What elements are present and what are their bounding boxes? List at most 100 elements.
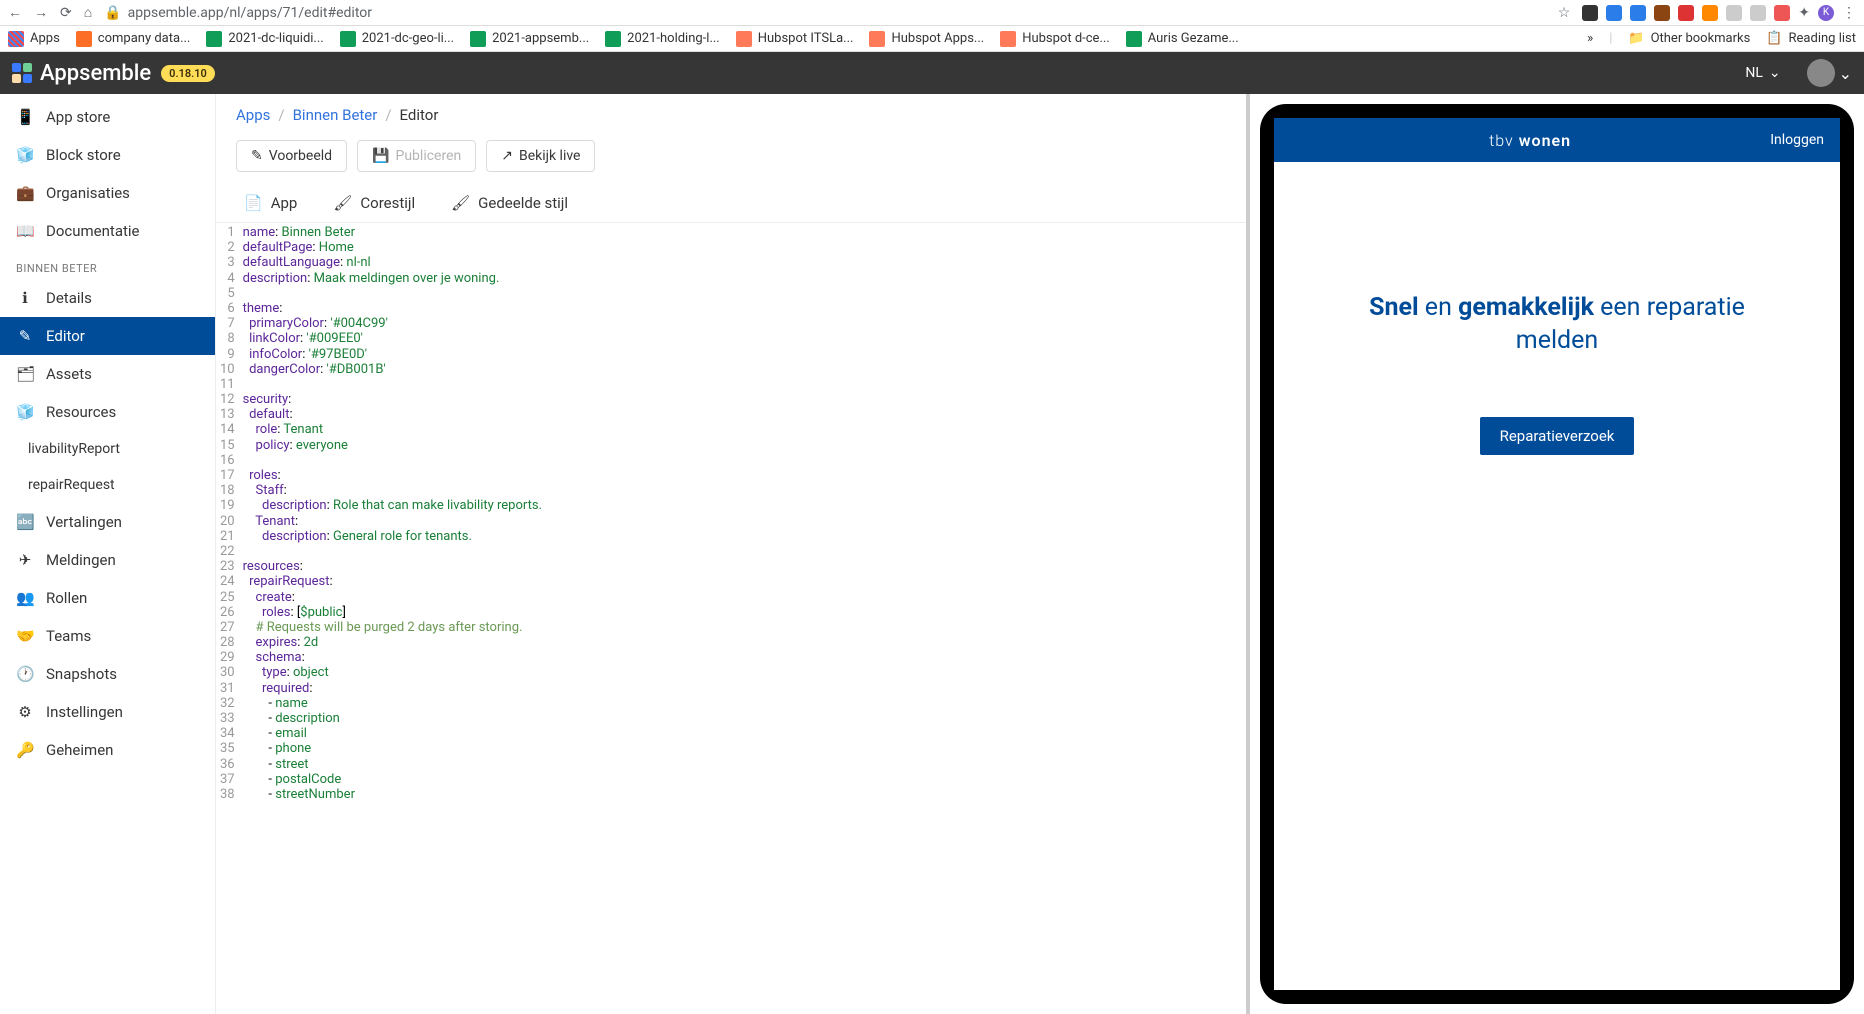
sidebar-item-settings[interactable]: ⚙Instellingen xyxy=(0,693,215,731)
preview-repair-button[interactable]: Reparatieverzoek xyxy=(1480,417,1635,455)
bookmark-item[interactable]: Hubspot ITSLa... xyxy=(736,31,854,47)
bookmark-item[interactable]: 2021-dc-geo-li... xyxy=(340,31,454,47)
editor-area: Apps / Binnen Beter / Editor ✎Voorbeeld … xyxy=(216,94,1250,1014)
sidebar-item-roles[interactable]: 👥Rollen xyxy=(0,579,215,617)
reload-icon[interactable]: ⟳ xyxy=(60,5,72,21)
language-selector[interactable]: NL ⌄ xyxy=(1745,65,1780,81)
star-icon[interactable]: ☆ xyxy=(1558,5,1571,21)
sidebar-item-documentation[interactable]: 📖Documentatie xyxy=(0,212,215,250)
breadcrumb-app[interactable]: Binnen Beter xyxy=(293,106,378,124)
sidebar-item-details[interactable]: ℹDetails xyxy=(0,279,215,317)
sidebar-item-editor[interactable]: ✎Editor xyxy=(0,317,215,355)
home-icon[interactable]: ⌂ xyxy=(84,4,92,21)
ext-icon[interactable] xyxy=(1750,5,1766,21)
breadcrumb-apps[interactable]: Apps xyxy=(236,106,270,124)
pencil-icon: ✎ xyxy=(251,148,263,164)
sidebar-item-block-store[interactable]: 🧊Block store xyxy=(0,136,215,174)
bookmarks-bar: Apps company data... 2021-dc-liquidi... … xyxy=(0,26,1864,52)
chevron-down-icon: ⌄ xyxy=(1839,64,1852,83)
chevron-down-icon: ⌄ xyxy=(1769,65,1781,81)
bookmark-item[interactable]: company data... xyxy=(76,31,191,47)
share-icon: ↗ xyxy=(501,148,513,164)
ext-icon[interactable] xyxy=(1678,5,1694,21)
preview-header: tbv wonen Inloggen xyxy=(1274,118,1840,162)
preview-title: Snel en gemakkelijk een reparatie melden xyxy=(1357,292,1757,357)
ext-icon[interactable] xyxy=(1702,5,1718,21)
preview-button[interactable]: ✎Voorbeeld xyxy=(236,140,347,172)
handshake-icon: 🤝 xyxy=(16,627,34,645)
list-icon: 📋 xyxy=(1766,31,1782,46)
forward-icon[interactable]: → xyxy=(34,4,48,21)
sidebar-item-organisations[interactable]: 💼Organisaties xyxy=(0,174,215,212)
code-editor[interactable]: 1234567891011121314151617181920212223242… xyxy=(216,223,1246,1014)
ext-icon[interactable] xyxy=(1654,5,1670,21)
url-text: appsemble.app/nl/apps/71/edit#editor xyxy=(128,5,372,21)
bookmark-item[interactable]: 2021-dc-liquidi... xyxy=(206,31,323,47)
bookmark-item[interactable]: Hubspot Apps... xyxy=(869,31,984,47)
editor-tabs: 📄App 🖌Corestijl 🖌Gedeelde stijl xyxy=(216,182,1246,223)
brand-name: Appsemble xyxy=(40,61,151,86)
other-bookmarks[interactable]: 📁Other bookmarks xyxy=(1628,31,1750,46)
extensions-icon[interactable]: ✦ xyxy=(1798,5,1810,21)
version-badge: 0.18.10 xyxy=(161,65,215,82)
preview-screen: tbv wonen Inloggen Snel en gemakkelijk e… xyxy=(1274,118,1840,990)
gear-icon: ⚙ xyxy=(16,703,34,721)
brand-logo[interactable]: Appsemble xyxy=(12,61,151,86)
code-content[interactable]: name: Binnen BeterdefaultPage: Homedefau… xyxy=(243,223,542,1014)
sidebar-item-snapshots[interactable]: 🕐Snapshots xyxy=(0,655,215,693)
sidebar-resource-livability[interactable]: livabilityReport xyxy=(0,431,215,467)
sidebar-item-resources[interactable]: 🧊Resources xyxy=(0,393,215,431)
preview-login-link[interactable]: Inloggen xyxy=(1770,132,1824,148)
sidebar-section: BINNEN BETER xyxy=(0,250,215,279)
preview-pane: tbv wonen Inloggen Snel en gemakkelijk e… xyxy=(1250,94,1864,1014)
cubes-icon: 🧊 xyxy=(16,146,34,164)
sidebar-item-teams[interactable]: 🤝Teams xyxy=(0,617,215,655)
bookmark-item[interactable]: Hubspot d-ce... xyxy=(1000,31,1110,47)
breadcrumb: Apps / Binnen Beter / Editor xyxy=(216,94,1246,136)
apps-shortcut[interactable]: Apps xyxy=(8,31,60,47)
book-icon: 📖 xyxy=(16,222,34,240)
key-icon: 🔑 xyxy=(16,741,34,759)
ext-icon[interactable] xyxy=(1774,5,1790,21)
sidebar-resource-repair[interactable]: repairRequest xyxy=(0,467,215,503)
bookmark-item[interactable]: 2021-holding-l... xyxy=(605,31,720,47)
user-menu[interactable]: ⌄ xyxy=(1807,59,1852,87)
profile-icon[interactable]: K xyxy=(1818,5,1834,21)
edit-icon: ✎ xyxy=(16,327,34,345)
info-icon: ℹ xyxy=(16,289,34,307)
save-icon: 💾 xyxy=(372,148,389,164)
sidebar-item-assets[interactable]: 🗂Assets xyxy=(0,355,215,393)
tab-app[interactable]: 📄App xyxy=(240,188,301,222)
file-icon: 📄 xyxy=(244,194,263,212)
tab-sharedstyle[interactable]: 🖌Gedeelde stijl xyxy=(447,188,572,222)
ext-icon[interactable] xyxy=(1606,5,1622,21)
sidebar: 📱App store 🧊Block store 💼Organisaties 📖D… xyxy=(0,94,216,1014)
view-live-button[interactable]: ↗Bekijk live xyxy=(486,140,595,172)
sidebar-item-notifications[interactable]: ✈Meldingen xyxy=(0,541,215,579)
app-header: Appsemble 0.18.10 NL ⌄ ⌄ xyxy=(0,52,1864,94)
publish-button: 💾Publiceren xyxy=(357,140,476,172)
menu-icon[interactable]: ⋮ xyxy=(1842,5,1856,21)
breadcrumb-current: Editor xyxy=(400,106,439,124)
sidebar-item-translations[interactable]: 🔤Vertalingen xyxy=(0,503,215,541)
bookmark-item[interactable]: Auris Gezame... xyxy=(1126,31,1239,47)
logo-icon xyxy=(12,63,32,83)
ext-icon[interactable] xyxy=(1630,5,1646,21)
tab-corestyle[interactable]: 🖌Corestijl xyxy=(329,188,419,222)
bookmark-item[interactable]: 2021-appsemb... xyxy=(470,31,589,47)
browser-address-bar: ← → ⟳ ⌂ 🔒 appsemble.app/nl/apps/71/edit#… xyxy=(0,0,1864,26)
ext-icon[interactable] xyxy=(1726,5,1742,21)
preview-body: Snel en gemakkelijk een reparatie melden… xyxy=(1274,162,1840,990)
back-icon[interactable]: ← xyxy=(8,4,22,21)
lock-icon: 🔒 xyxy=(104,5,121,21)
preview-brand: tbv wonen xyxy=(1290,131,1770,150)
users-icon: 👥 xyxy=(16,589,34,607)
sidebar-item-secrets[interactable]: 🔑Geheimen xyxy=(0,731,215,769)
ext-icon[interactable] xyxy=(1582,5,1598,21)
line-numbers: 1234567891011121314151617181920212223242… xyxy=(216,223,243,1014)
bookmarks-overflow[interactable]: » xyxy=(1587,31,1593,46)
sidebar-item-app-store[interactable]: 📱App store xyxy=(0,98,215,136)
brush-icon: 🖌 xyxy=(333,194,352,212)
layers-icon: 🗂 xyxy=(16,365,34,383)
reading-list[interactable]: 📋Reading list xyxy=(1766,31,1856,46)
